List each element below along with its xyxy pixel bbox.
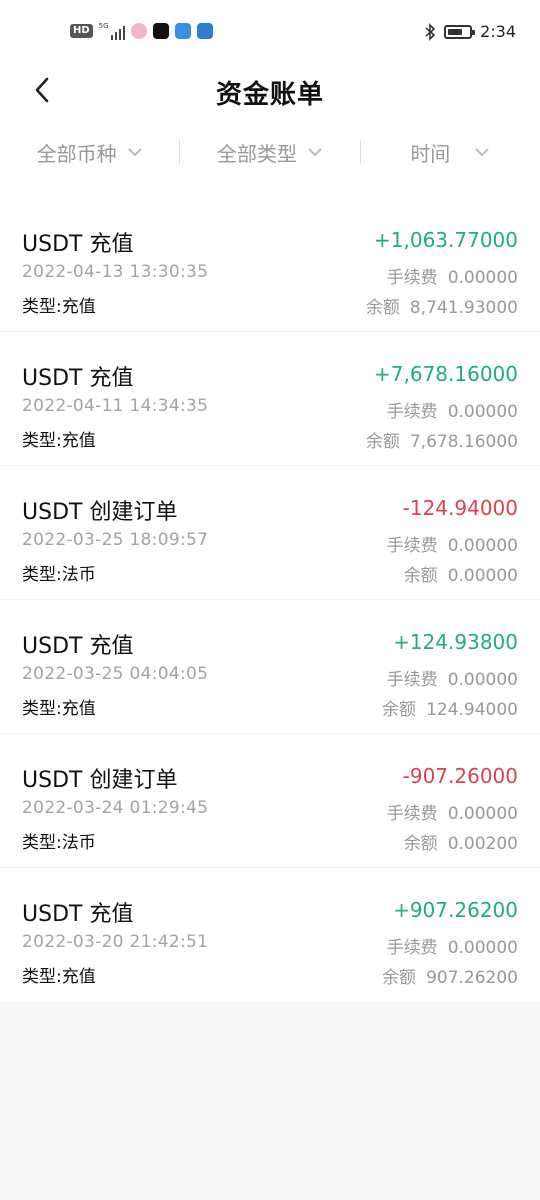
qr-app-icon — [152, 23, 169, 39]
status-left: HD 5G — [70, 22, 213, 40]
balance-value: 7,678.16000 — [409, 432, 518, 452]
fee-value: 0.00000 — [447, 670, 518, 690]
transaction-time: 2022-04-13 13:30:35 — [22, 262, 209, 282]
app-header: 资金账单 — [0, 64, 540, 116]
transaction-amount: -907.26000 — [402, 764, 518, 788]
transaction-time: 2022-03-24 01:29:45 — [22, 798, 209, 818]
transaction-title: USDT 充值 — [22, 232, 134, 257]
weather-app-icon — [196, 23, 213, 39]
transaction-row[interactable]: USDT 充值 2022-04-13 13:30:35 类型:充值 +1,063… — [0, 198, 540, 332]
transaction-time: 2022-03-25 04:04:05 — [22, 664, 209, 684]
transaction-amount: -124.94000 — [402, 496, 518, 520]
transaction-fee: 手续费 0.00000 — [387, 531, 518, 556]
transaction-balance: 余额 7,678.16000 — [366, 427, 518, 452]
status-right: 2:34 — [424, 22, 516, 41]
transaction-title: USDT 充值 — [22, 634, 134, 659]
fee-value: 0.00000 — [447, 268, 518, 288]
network-label: 5G — [98, 22, 109, 30]
balance-label: 余额 — [382, 968, 417, 988]
fee-label: 手续费 — [386, 402, 438, 422]
fee-label: 手续费 — [386, 536, 438, 556]
clock: 2:34 — [480, 22, 516, 41]
transaction-amount: +907.26200 — [393, 898, 518, 922]
transaction-row[interactable]: USDT 创建订单 2022-03-24 01:29:45 类型:法币 -907… — [0, 734, 540, 868]
chevron-down-icon — [127, 148, 142, 157]
transaction-fee: 手续费 0.00000 — [387, 799, 518, 824]
chevron-down-icon — [475, 148, 490, 157]
balance-value: 0.00000 — [447, 566, 518, 586]
page: HD 5G 2:34 资金账单 全部币种 全部类型 时间 USDT 充值 202… — [0, 0, 540, 1200]
type-filter[interactable]: 全部类型 — [180, 116, 359, 188]
transaction-row[interactable]: USDT 充值 2022-04-11 14:34:35 类型:充值 +7,678… — [0, 332, 540, 466]
transaction-type: 类型:法币 — [22, 833, 96, 853]
transaction-fee: 手续费 0.00000 — [387, 665, 518, 690]
currency-filter-label: 全部币种 — [36, 141, 117, 166]
transaction-balance: 余额 8,741.93000 — [366, 293, 518, 318]
balance-value: 124.94000 — [426, 700, 518, 720]
balance-label: 余额 — [382, 700, 417, 720]
chevron-down-icon — [308, 148, 322, 157]
balance-label: 余额 — [403, 566, 438, 586]
type-filter-label: 全部类型 — [216, 141, 297, 166]
transaction-type: 类型:充值 — [22, 967, 96, 987]
transaction-type: 类型:充值 — [22, 431, 96, 451]
transaction-row[interactable]: USDT 充值 2022-03-25 04:04:05 类型:充值 +124.9… — [0, 600, 540, 734]
transaction-title: USDT 创建订单 — [22, 500, 178, 525]
balance-label: 余额 — [365, 432, 400, 452]
transaction-title: USDT 充值 — [22, 366, 134, 391]
transaction-fee: 手续费 0.00000 — [387, 933, 518, 958]
transaction-time: 2022-03-20 21:42:51 — [22, 932, 209, 952]
balance-value: 0.00200 — [447, 834, 518, 854]
transaction-balance: 余额 0.00200 — [404, 829, 518, 854]
transaction-fee: 手续费 0.00000 — [387, 397, 518, 422]
signal-icon: 5G — [99, 22, 125, 40]
balance-value: 8,741.93000 — [409, 298, 518, 318]
cloud-app-icon — [174, 23, 191, 39]
balance-label: 余额 — [365, 298, 400, 318]
hd-badge: HD — [70, 24, 93, 38]
fee-value: 0.00000 — [447, 402, 518, 422]
transaction-balance: 余额 907.26200 — [382, 963, 518, 988]
currency-filter[interactable]: 全部币种 — [0, 116, 179, 188]
transaction-title: USDT 创建订单 — [22, 768, 178, 793]
fee-value: 0.00000 — [447, 938, 518, 958]
transaction-balance: 余额 0.00000 — [404, 561, 518, 586]
transaction-amount: +7,678.16000 — [374, 362, 518, 386]
transaction-title: USDT 充值 — [22, 902, 134, 927]
transaction-list: USDT 充值 2022-04-13 13:30:35 类型:充值 +1,063… — [0, 198, 540, 1002]
app-notification-icon — [130, 23, 147, 39]
time-filter-label: 时间 — [410, 141, 451, 166]
filter-bar: 全部币种 全部类型 时间 — [0, 116, 540, 188]
fee-label: 手续费 — [386, 670, 438, 690]
bluetooth-icon — [425, 22, 436, 41]
fee-label: 手续费 — [386, 938, 438, 958]
transaction-row[interactable]: USDT 充值 2022-03-20 21:42:51 类型:充值 +907.2… — [0, 868, 540, 1002]
transaction-amount: +124.93800 — [393, 630, 518, 654]
status-bar: HD 5G 2:34 — [0, 0, 540, 64]
fee-value: 0.00000 — [447, 536, 518, 556]
fee-label: 手续费 — [386, 268, 438, 288]
transaction-amount: +1,063.77000 — [374, 228, 518, 252]
transaction-type: 类型:法币 — [22, 565, 96, 585]
battery-icon — [444, 24, 476, 39]
transaction-type: 类型:充值 — [22, 297, 96, 317]
balance-value: 907.26200 — [426, 968, 518, 988]
battery-fill — [448, 28, 463, 35]
balance-label: 余额 — [403, 834, 438, 854]
page-title: 资金账单 — [215, 80, 324, 110]
time-filter[interactable]: 时间 — [361, 116, 540, 188]
fee-label: 手续费 — [386, 804, 438, 824]
transaction-fee: 手续费 0.00000 — [387, 263, 518, 288]
transaction-balance: 余额 124.94000 — [382, 695, 518, 720]
transaction-row[interactable]: USDT 创建订单 2022-03-25 18:09:57 类型:法币 -124… — [0, 466, 540, 600]
transaction-time: 2022-04-11 14:34:35 — [22, 396, 209, 416]
transaction-time: 2022-03-25 18:09:57 — [22, 530, 209, 550]
fee-value: 0.00000 — [447, 804, 518, 824]
transaction-type: 类型:充值 — [22, 699, 96, 719]
